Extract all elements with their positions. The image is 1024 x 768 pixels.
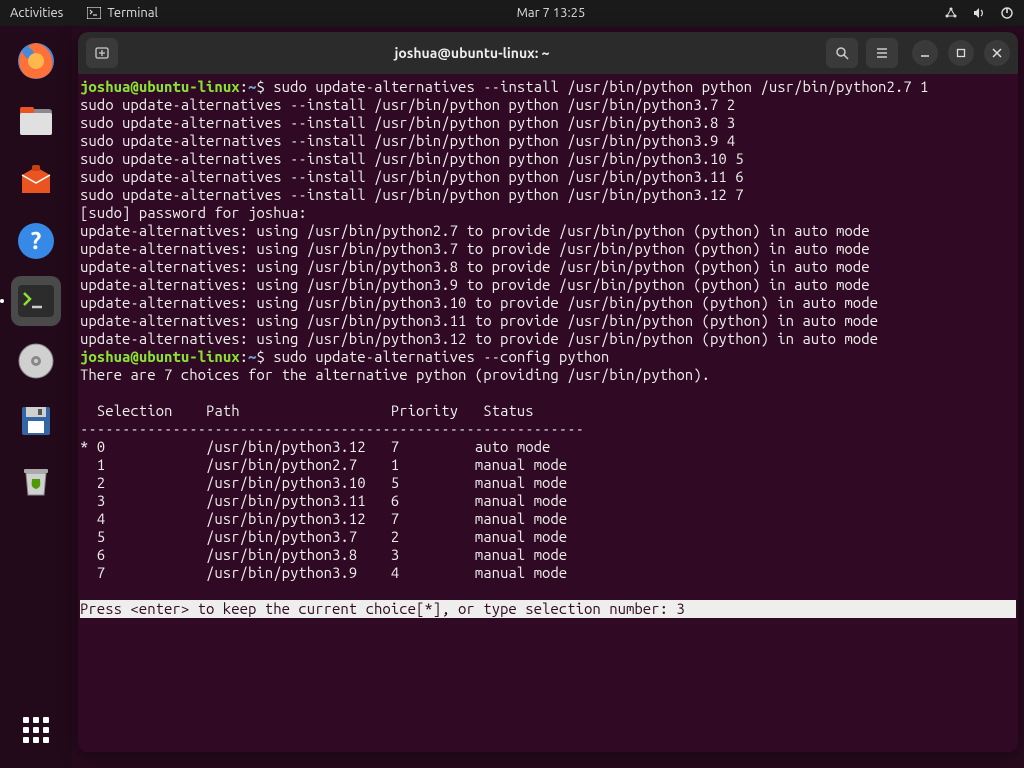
power-icon[interactable] (1000, 6, 1014, 20)
network-icon[interactable] (944, 6, 958, 20)
dock-trash-icon[interactable] (11, 456, 61, 506)
table-row: 7 /usr/bin/python3.9 4 manual mode (80, 564, 567, 581)
output-line: update-alternatives: using /usr/bin/pyth… (80, 294, 878, 311)
dock-help-icon[interactable]: ? (11, 216, 61, 266)
clock[interactable]: Mar 7 13:25 (517, 6, 586, 20)
window-titlebar: joshua@ubuntu-linux: ~ (78, 32, 1018, 74)
output-line: sudo update-alternatives --install /usr/… (80, 114, 735, 131)
minimize-button[interactable] (912, 40, 938, 66)
terminal-viewport[interactable]: joshua@ubuntu-linux:~$ sudo update-alter… (78, 74, 1018, 752)
table-row: 5 /usr/bin/python3.7 2 manual mode (80, 528, 567, 545)
table-row: 6 /usr/bin/python3.8 3 manual mode (80, 546, 567, 563)
maximize-button[interactable] (948, 40, 974, 66)
prompt-line: joshua@ubuntu-linux:~$ (80, 78, 265, 95)
input-prompt-line[interactable]: Press <enter> to keep the current choice… (80, 600, 1016, 618)
table-row: 1 /usr/bin/python2.7 1 manual mode (80, 456, 567, 473)
output-line: sudo update-alternatives --install /usr/… (80, 132, 735, 149)
output-line: sudo update-alternatives --install /usr/… (80, 186, 744, 203)
window-title: joshua@ubuntu-linux: ~ (126, 45, 818, 61)
table-divider: ----------------------------------------… (80, 420, 584, 437)
prompt-line: joshua@ubuntu-linux:~$ (80, 348, 265, 365)
terminal-window: joshua@ubuntu-linux: ~ joshua@ubuntu-lin… (78, 32, 1018, 752)
svg-text:?: ? (31, 227, 42, 254)
table-row: 3 /usr/bin/python3.11 6 manual mode (80, 492, 567, 509)
dock: ? (0, 26, 72, 768)
dock-files-icon[interactable] (11, 96, 61, 146)
output-line: update-alternatives: using /usr/bin/pyth… (80, 312, 878, 329)
table-row: 2 /usr/bin/python3.10 5 manual mode (80, 474, 567, 491)
dock-firefox-icon[interactable] (11, 36, 61, 86)
gnome-topbar: Activities Terminal Mar 7 13:25 (0, 0, 1024, 26)
focused-app-name: Terminal (107, 6, 158, 20)
output-line: [sudo] password for joshua: (80, 204, 307, 221)
menu-button[interactable] (866, 38, 898, 68)
new-tab-button[interactable] (86, 38, 118, 68)
search-button[interactable] (826, 38, 858, 68)
volume-icon[interactable] (972, 6, 986, 20)
output-line: update-alternatives: using /usr/bin/pyth… (80, 240, 870, 257)
focused-app-indicator[interactable]: Terminal (87, 6, 158, 20)
output-line: update-alternatives: using /usr/bin/pyth… (80, 276, 870, 293)
output-line: sudo update-alternatives --install /usr/… (80, 150, 744, 167)
show-apps-button[interactable] (16, 710, 56, 750)
dock-disks-icon[interactable] (11, 336, 61, 386)
output-line: sudo update-alternatives --install /usr/… (80, 96, 735, 113)
command-text: sudo update-alternatives --config python (265, 348, 609, 365)
output-line: update-alternatives: using /usr/bin/pyth… (80, 222, 870, 239)
activities-button[interactable]: Activities (10, 6, 63, 20)
dock-save-icon[interactable] (11, 396, 61, 446)
command-text: sudo update-alternatives --install /usr/… (265, 78, 929, 95)
dock-software-icon[interactable] (11, 156, 61, 206)
output-line: There are 7 choices for the alternative … (80, 366, 710, 383)
table-row: * 0 /usr/bin/python3.12 7 auto mode (80, 438, 550, 455)
table-header: Selection Path Priority Status (80, 402, 534, 419)
table-row: 4 /usr/bin/python3.12 7 manual mode (80, 510, 567, 527)
terminal-app-icon (87, 6, 101, 20)
output-line: sudo update-alternatives --install /usr/… (80, 168, 744, 185)
dock-terminal-icon[interactable] (11, 276, 61, 326)
output-line: update-alternatives: using /usr/bin/pyth… (80, 258, 870, 275)
close-button[interactable] (984, 40, 1010, 66)
output-line: update-alternatives: using /usr/bin/pyth… (80, 330, 878, 347)
